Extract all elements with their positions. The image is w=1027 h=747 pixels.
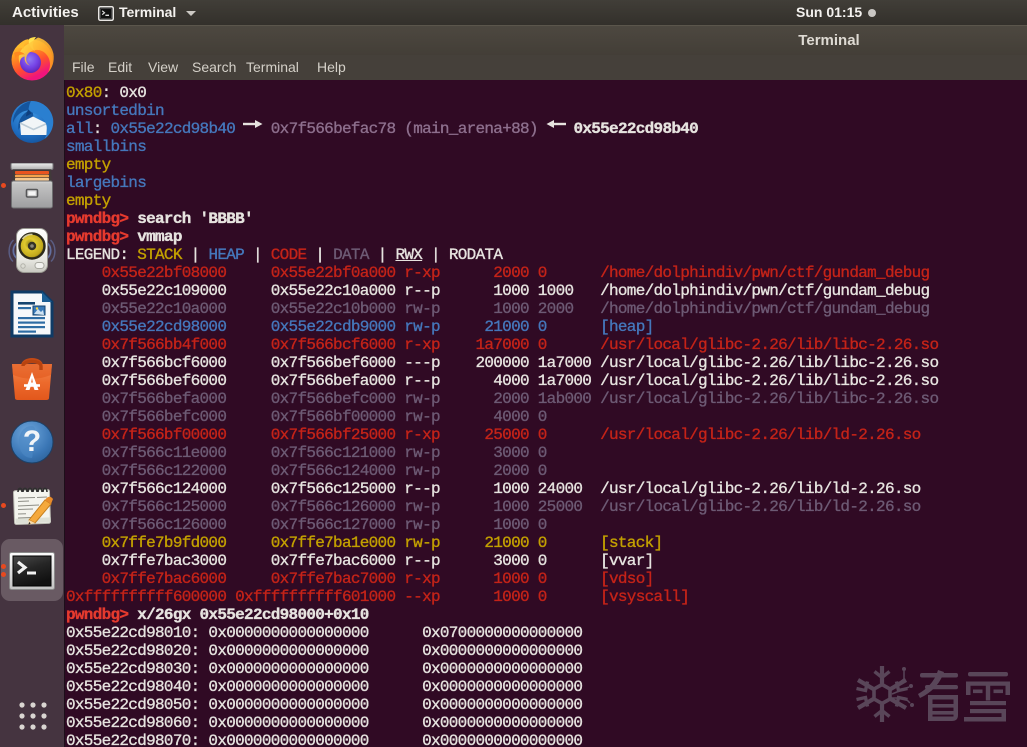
svg-text:?: ?: [23, 425, 41, 458]
